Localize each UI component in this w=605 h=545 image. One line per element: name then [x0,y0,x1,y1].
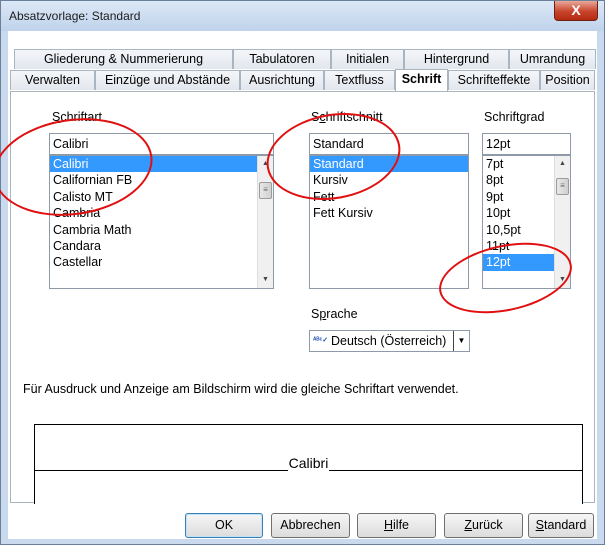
tab-row-bottom: Verwalten Einzüge und Abstände Ausrichtu… [10,69,595,91]
font-item-calibri[interactable]: Calibri [50,156,273,173]
font-item-cambria[interactable]: Cambria [50,205,273,221]
standard-button[interactable]: Standard [528,513,594,538]
font-info-text: Für Ausdruck und Anzeige am Bildschirm w… [23,382,459,396]
tab-textfluss[interactable]: Textfluss [324,70,395,90]
size-label: Schriftgrad [484,110,545,124]
ok-button[interactable]: OK [185,513,263,538]
abc-spellcheck-icon: ᴬᴮᶜ✓ [313,337,329,344]
typeface-item-fett-kursiv[interactable]: Fett Kursiv [310,205,468,221]
help-button[interactable]: Hilfe [357,513,436,538]
dialog-window: Absatzvorlage: Standard X Gliederung & N… [0,0,605,545]
scroll-up-icon[interactable]: ▲ [258,156,273,172]
tab-verwalten[interactable]: Verwalten [10,70,95,90]
tab-schrifteffekte[interactable]: Schrifteffekte [448,70,540,90]
tab-hintergrund[interactable]: Hintergrund [404,49,509,69]
tab-umrandung[interactable]: Umrandung [509,49,596,69]
size-list-scrollbar[interactable]: ▲ ≡ ▼ [554,156,570,288]
language-select[interactable]: ᴬᴮᶜ✓ Deutsch (Österreich) ▼ [309,330,470,352]
back-button[interactable]: Zurück [444,513,523,538]
close-button[interactable]: X [554,1,598,21]
tab-ausrichtung[interactable]: Ausrichtung [240,70,324,90]
font-list[interactable]: Calibri Californian FB Calisto MT Cambri… [49,155,274,289]
typeface-item-fett[interactable]: Fett [310,189,468,205]
typeface-list[interactable]: Standard Kursiv Fett Fett Kursiv [309,155,469,289]
font-input[interactable]: Calibri [49,133,274,155]
typeface-item-kursiv[interactable]: Kursiv [310,172,468,188]
dialog-body: Gliederung & Nummerierung Tabulatoren In… [8,31,597,539]
preview-text: Calibri [287,455,330,471]
font-item-candara[interactable]: Candara [50,238,273,254]
tab-schrift[interactable]: Schrift [395,69,448,91]
language-label: Sprache [311,307,358,321]
font-item-castellar[interactable]: Castellar [50,254,273,270]
chevron-down-icon[interactable]: ▼ [453,331,469,351]
typeface-label: Schriftschnitt [311,110,383,124]
size-item-12[interactable]: 12pt [483,254,554,271]
typeface-input[interactable]: Standard [309,133,469,155]
scroll-down-icon[interactable]: ▼ [258,272,273,288]
title-bar[interactable]: Absatzvorlage: Standard X [1,1,604,31]
scroll-down-icon[interactable]: ▼ [555,272,570,288]
tab-tabulatoren[interactable]: Tabulatoren [233,49,331,69]
size-input[interactable]: 12pt [482,133,571,155]
window-title: Absatzvorlage: Standard [9,9,141,23]
scroll-thumb[interactable]: ≡ [556,178,569,195]
scroll-up-icon[interactable]: ▲ [555,156,570,172]
font-preview: Calibri [34,424,583,504]
close-icon: X [571,2,581,18]
font-item-cambria-math[interactable]: Cambria Math [50,222,273,238]
cancel-button[interactable]: Abbrechen [271,513,350,538]
scroll-thumb[interactable]: ≡ [259,182,272,199]
tab-row-top: Gliederung & Nummerierung Tabulatoren In… [14,49,596,69]
size-list[interactable]: 7pt 8pt 9pt 10pt 10,5pt 11pt 12pt ▲ ≡ ▼ [482,155,571,289]
font-label: Schriftart [52,110,103,124]
tab-position[interactable]: Position [540,70,595,90]
tab-einzuege[interactable]: Einzüge und Abstände [95,70,240,90]
tab-initialen[interactable]: Initialen [331,49,404,69]
font-list-scrollbar[interactable]: ▲ ≡ ▼ [257,156,273,288]
tab-gliederung[interactable]: Gliederung & Nummerierung [14,49,233,69]
font-item-calisto[interactable]: Calisto MT [50,189,273,205]
font-item-californian[interactable]: Californian FB [50,172,273,188]
typeface-item-standard[interactable]: Standard [310,156,468,173]
